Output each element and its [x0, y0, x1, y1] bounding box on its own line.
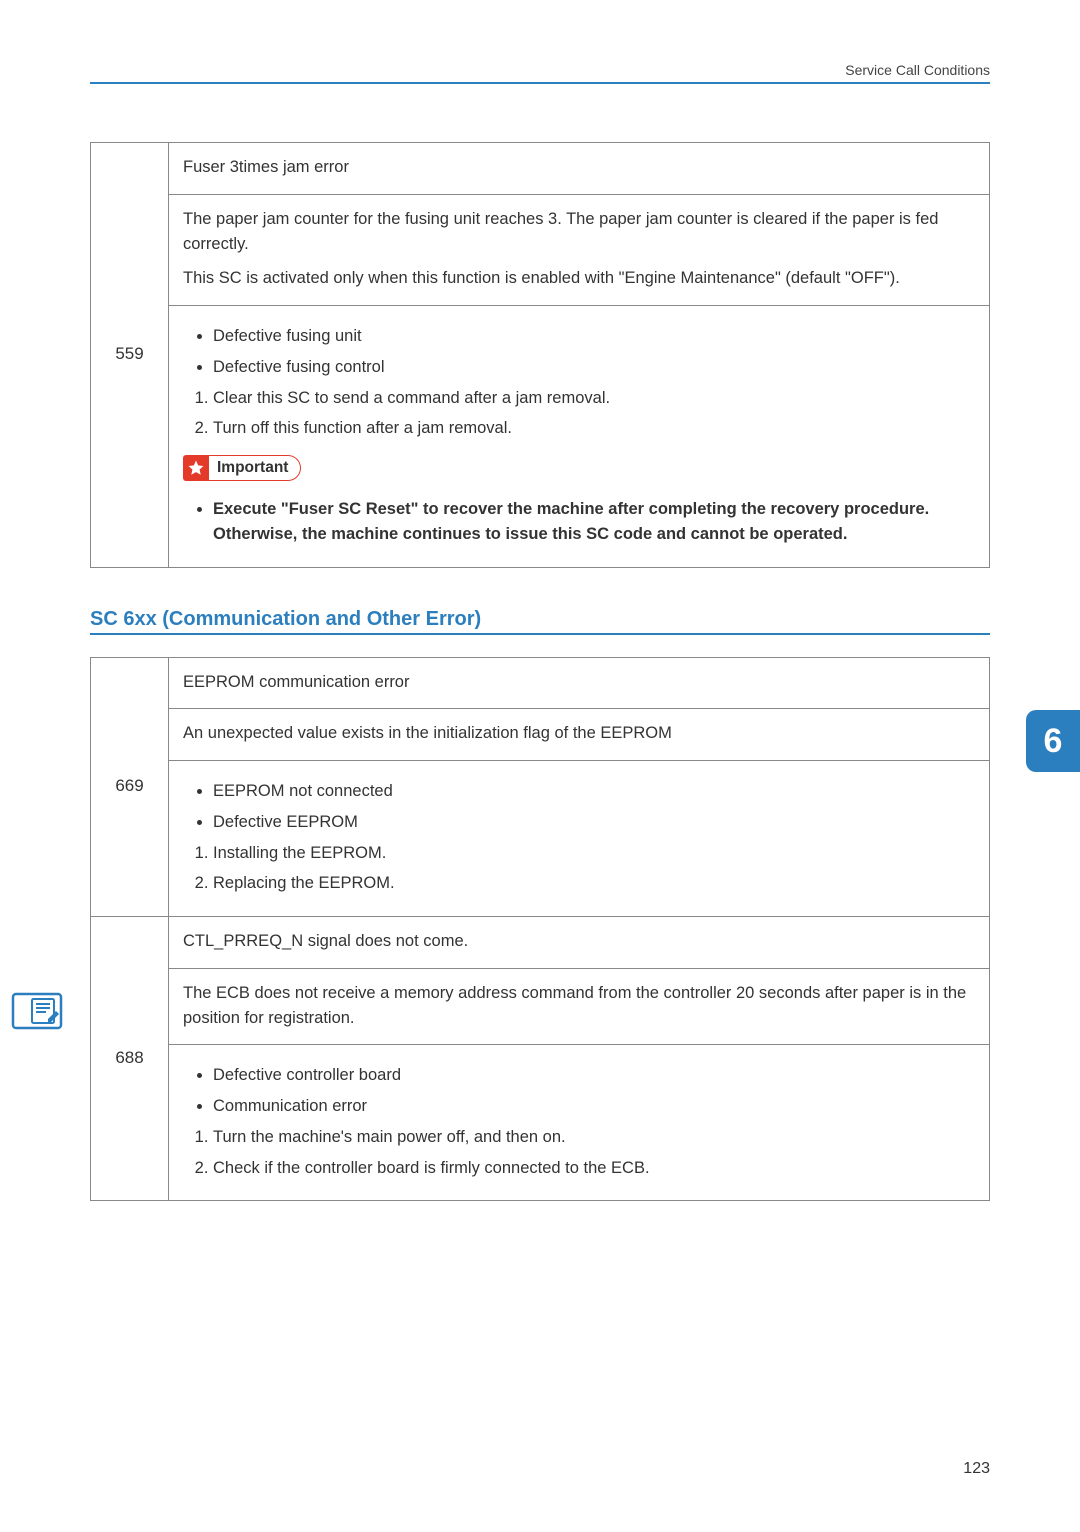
sc-bullet-list: EEPROM not connected Defective EEPROM	[183, 779, 975, 835]
list-item: Defective controller board	[213, 1063, 975, 1088]
sc-causes-cell: Defective controller board Communication…	[169, 1045, 990, 1201]
sc-desc: The ECB does not receive a memory addres…	[183, 984, 966, 1027]
sc-code-cell: 559	[91, 143, 169, 568]
sc-title-cell: CTL_PRREQ_N signal does not come.	[169, 917, 990, 969]
important-note: Execute "Fuser SC Reset" to recover the …	[213, 497, 975, 547]
list-item: Defective EEPROM	[213, 810, 975, 835]
sc-bullet-list: Defective controller board Communication…	[183, 1063, 975, 1119]
sc-desc-cell: An unexpected value exists in the initia…	[169, 709, 990, 761]
sc-code-cell: 669	[91, 657, 169, 917]
sc-code-cell: 688	[91, 917, 169, 1201]
sc-table-6xx: 669 EEPROM communication error An unexpe…	[90, 657, 990, 1202]
sc-bullet-list: Defective fusing unit Defective fusing c…	[183, 324, 975, 380]
list-item: Replacing the EEPROM.	[213, 871, 975, 896]
sc-table-559: 559 Fuser 3times jam error The paper jam…	[90, 142, 990, 568]
sc-desc-p2: This SC is activated only when this func…	[183, 266, 975, 291]
important-label: Important	[209, 455, 301, 481]
page-number: 123	[963, 1460, 990, 1478]
section-heading: SC 6xx (Communication and Other Error)	[90, 608, 990, 631]
header-section-title: Service Call Conditions	[90, 62, 990, 78]
page: Service Call Conditions 559 Fuser 3times…	[0, 0, 1080, 1532]
chapter-number: 6	[1044, 722, 1063, 761]
list-item: Turn the machine's main power off, and t…	[213, 1125, 975, 1150]
header-rule	[90, 82, 990, 84]
list-item: Communication error	[213, 1094, 975, 1119]
sc-desc: An unexpected value exists in the initia…	[183, 724, 672, 742]
sc-code-value: 559	[115, 344, 143, 363]
chapter-badge: 6	[1026, 710, 1080, 772]
sc-code-value: 669	[115, 776, 143, 795]
sc-step-list: Installing the EEPROM. Replacing the EEP…	[183, 841, 975, 897]
sc-title: Fuser 3times jam error	[183, 158, 349, 176]
sc-causes-cell: EEPROM not connected Defective EEPROM In…	[169, 761, 990, 917]
list-item: EEPROM not connected	[213, 779, 975, 804]
sc-causes-cell: Defective fusing unit Defective fusing c…	[169, 306, 990, 568]
sc-desc-cell: The paper jam counter for the fusing uni…	[169, 194, 990, 305]
sc-title: CTL_PRREQ_N signal does not come.	[183, 932, 468, 950]
sc-title-cell: Fuser 3times jam error	[169, 143, 990, 195]
list-item: Clear this SC to send a command after a …	[213, 386, 975, 411]
star-icon	[183, 455, 209, 481]
section-rule	[90, 633, 990, 635]
sc-desc-p1: The paper jam counter for the fusing uni…	[183, 207, 975, 257]
list-item: Defective fusing unit	[213, 324, 975, 349]
sc-title: EEPROM communication error	[183, 673, 409, 691]
sc-desc-cell: The ECB does not receive a memory addres…	[169, 968, 990, 1045]
list-item: Check if the controller board is firmly …	[213, 1156, 975, 1181]
sc-code-value: 688	[115, 1048, 143, 1067]
sc-title-cell: EEPROM communication error	[169, 657, 990, 709]
list-item: Turn off this function after a jam remov…	[213, 416, 975, 441]
sc-step-list: Turn the machine's main power off, and t…	[183, 1125, 975, 1181]
important-badge: Important	[183, 455, 301, 481]
sc-step-list: Clear this SC to send a command after a …	[183, 386, 975, 442]
list-item: Installing the EEPROM.	[213, 841, 975, 866]
margin-note-icon	[10, 991, 64, 1031]
list-item: Defective fusing control	[213, 355, 975, 380]
important-note-list: Execute "Fuser SC Reset" to recover the …	[183, 497, 975, 547]
